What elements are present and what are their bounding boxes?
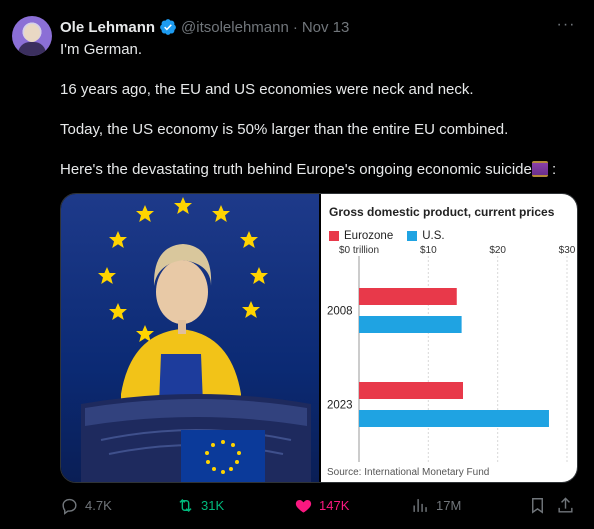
tweet-header: Ole Lehmann @itsolelehmann · Nov 13 bbox=[60, 16, 349, 38]
tweet-line: I'm German. bbox=[60, 41, 143, 58]
views-button[interactable]: 17M bbox=[411, 496, 461, 515]
views-count: 17M bbox=[436, 498, 462, 513]
reply-icon bbox=[62, 498, 77, 515]
tweet-line: 16 years ago, the EU and US economies we… bbox=[60, 81, 474, 98]
avatar[interactable] bbox=[12, 16, 52, 56]
author-handle[interactable]: @itsolelehmann bbox=[181, 19, 289, 36]
analytics-icon bbox=[413, 499, 427, 512]
category-label: 2008 bbox=[327, 306, 353, 318]
x-tick-label: $10 bbox=[420, 245, 437, 256]
tweet-line: Here's the devastating truth behind Euro… bbox=[60, 161, 532, 178]
bar-eurozone-2008 bbox=[359, 288, 457, 305]
x-tick-label: $30 bbox=[559, 245, 576, 256]
tweet-date[interactable]: Nov 13 bbox=[302, 19, 350, 36]
tweet[interactable]: Ole Lehmann @itsolelehmann · Nov 13 ··· … bbox=[0, 0, 594, 529]
reply-button[interactable]: 4.7K bbox=[60, 496, 112, 515]
author-name[interactable]: Ole Lehmann bbox=[60, 19, 155, 36]
spool-emoji-icon bbox=[531, 161, 548, 177]
retweet-count: 31K bbox=[201, 498, 225, 513]
action-bar: 4.7K 31K 147K 17M bbox=[60, 496, 580, 520]
chart-source: Source: International Monetary Fund bbox=[327, 467, 489, 478]
verified-badge-icon bbox=[160, 19, 176, 35]
chart-plot: $0 trillion $10 $20 $30 2008 2023 Source: Inte… bbox=[327, 245, 576, 478]
retweet-icon bbox=[179, 498, 192, 513]
bookmark-button[interactable] bbox=[528, 496, 547, 515]
bar-us-2023 bbox=[359, 410, 549, 427]
share-icon bbox=[558, 497, 573, 513]
bar-us-2008 bbox=[359, 316, 462, 333]
reply-count: 4.7K bbox=[85, 498, 112, 513]
more-options-icon[interactable]: ··· bbox=[556, 16, 576, 36]
gdp-chart[interactable]: Gross domestic product, current prices E… bbox=[321, 194, 577, 482]
tweet-line-last: Here's the devastating truth behind Euro… bbox=[60, 160, 580, 180]
category-label: 2023 bbox=[327, 400, 353, 412]
trailing-colon: : bbox=[552, 161, 557, 178]
like-button[interactable]: 147K bbox=[294, 496, 349, 515]
bookmark-icon bbox=[532, 498, 543, 514]
retweet-button[interactable]: 31K bbox=[176, 496, 224, 515]
bar-eurozone-2023 bbox=[359, 382, 463, 399]
share-button[interactable] bbox=[556, 496, 575, 515]
photo-illustration bbox=[81, 197, 311, 482]
like-count: 147K bbox=[319, 498, 350, 513]
heart-icon bbox=[295, 499, 312, 513]
tweet-text: I'm German. 16 years ago, the EU and US … bbox=[60, 40, 580, 200]
separator-dot: · bbox=[292, 18, 298, 36]
photo-von-der-leyen[interactable] bbox=[61, 194, 319, 482]
x-tick-label: $20 bbox=[489, 245, 506, 256]
tweet-line: Today, the US economy is 50% larger than… bbox=[60, 121, 509, 138]
x-tick-label: $0 trillion bbox=[339, 245, 379, 256]
media-grid[interactable]: Gross domestic product, current prices E… bbox=[60, 193, 578, 483]
